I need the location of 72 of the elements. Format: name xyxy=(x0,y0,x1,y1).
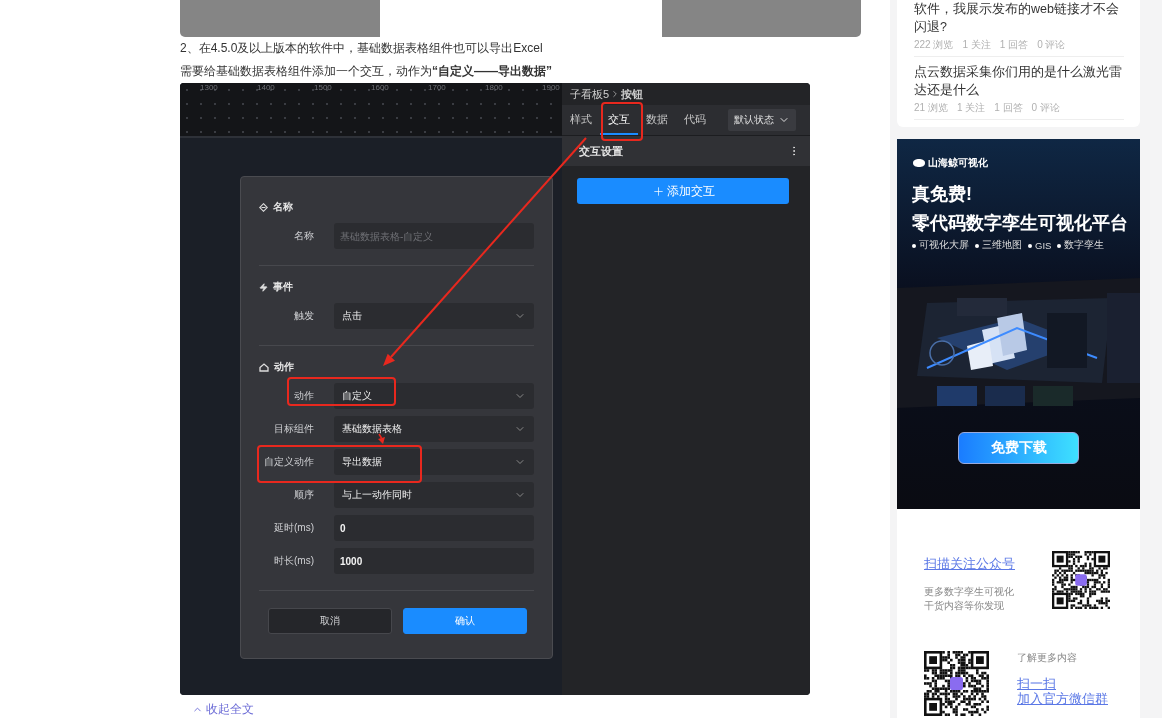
bullet-icon xyxy=(975,243,979,248)
tab[interactable]: 代码 xyxy=(676,105,714,135)
field-label: 时长(ms) xyxy=(273,554,314,568)
feature-label: 数字孪生 xyxy=(1064,239,1105,252)
follow-title[interactable]: 扫描关注公众号 xyxy=(924,555,1052,573)
breadcrumb-item[interactable]: 按钮 xyxy=(621,86,644,102)
ruler-label: 1400 xyxy=(257,83,276,93)
question-stat: 222 浏览 xyxy=(914,38,954,52)
section-title: 名称 xyxy=(273,200,293,214)
field-label: 触发 xyxy=(293,309,314,323)
field-label: 顺序 xyxy=(293,488,314,502)
logo-text: 山海鲸可视化 xyxy=(928,156,988,170)
article-paragraph: 2、在4.5.0及以上版本的软件中，基础数据表格组件也可以导出Excel xyxy=(180,40,544,57)
scan-link[interactable]: 扫一扫 xyxy=(1017,676,1108,691)
feature-label: GIS xyxy=(1035,240,1052,251)
description-line: 更多数字孪生可视化 xyxy=(924,585,1015,599)
question-stat: 0 评论 xyxy=(1031,101,1060,115)
tab[interactable]: 样式 xyxy=(562,105,600,135)
field-label: 动作 xyxy=(293,389,314,403)
question-stat: 1 回答 xyxy=(994,101,1023,115)
qr-code-drawing xyxy=(1052,551,1110,609)
annotation-box xyxy=(601,102,643,141)
ruler-label: 1800 xyxy=(485,83,504,93)
select-field[interactable]: 导出数据 xyxy=(334,449,534,475)
field-label: 名称 xyxy=(293,229,314,243)
question-stat: 21 浏览 xyxy=(914,101,948,115)
ad-banner[interactable]: 山海鲸可视化 真免费! 零代码数字孪生可视化平台 可视化大屏 三维地图 GIS 数字孪生 免费下载 xyxy=(897,139,1140,509)
feature-label: 可视化大屏 xyxy=(919,239,969,252)
ruler-label: 1300 xyxy=(200,83,219,93)
banner-subheadline: 零代码数字孪生可视化平台 xyxy=(911,212,1129,234)
ruler-label: 1700 xyxy=(428,83,447,93)
bullet-icon xyxy=(1028,243,1032,248)
section-title: 动作 xyxy=(274,360,294,374)
question-stat: 1 关注 xyxy=(962,38,991,52)
plus-icon xyxy=(651,184,665,198)
ruler-label: 1500 xyxy=(314,83,333,93)
field-label: 自定义动作 xyxy=(263,455,314,469)
question-title[interactable]: 软件，我展示发布的web链接才不会闪退? xyxy=(914,0,1124,36)
ruler-label: 1900 xyxy=(542,83,561,93)
description-line: 干货内容等你发现 xyxy=(924,599,1005,613)
field-label: 延时(ms) xyxy=(273,521,314,535)
bullet-icon xyxy=(912,243,916,248)
diamond-icon xyxy=(259,202,268,212)
field-label: 目标组件 xyxy=(273,422,314,436)
join-group-link[interactable]: 加入官方微信群 xyxy=(1017,691,1108,706)
section-title: 交互设置 xyxy=(579,143,623,159)
input-field[interactable]: 0 xyxy=(334,515,534,541)
lightning-icon xyxy=(259,282,268,292)
house-icon xyxy=(259,362,269,372)
breadcrumb-item[interactable]: 子看板5 xyxy=(570,86,610,102)
cancel-button[interactable]: 取消 xyxy=(268,608,392,634)
banner-headline: 真免费! xyxy=(911,183,973,205)
bullet-icon xyxy=(1057,243,1062,248)
hint-text: 了解更多内容 xyxy=(1017,651,1078,665)
collapse-link[interactable]: 收起全文 xyxy=(180,702,254,716)
select-field[interactable]: 点击 xyxy=(334,303,534,329)
article-paragraph: 需要给基础数据表格组件添加一个交互，动作为“自定义——导出数据” xyxy=(180,63,553,80)
feature-label: 三维地图 xyxy=(982,239,1022,252)
question-stat: 1 关注 xyxy=(956,101,986,115)
select-field[interactable]: 与上一动作同时 xyxy=(334,482,534,508)
tab[interactable]: 数据 xyxy=(638,105,676,135)
state-dropdown[interactable]: 默认状态 xyxy=(728,109,796,131)
input-field[interactable]: 1000 xyxy=(334,548,534,574)
select-field[interactable]: 基础数据表格 xyxy=(334,416,534,442)
section-title: 事件 xyxy=(273,280,293,294)
logo-icon xyxy=(912,158,926,168)
annotation-arrow xyxy=(378,433,385,444)
question-stat: 1 回答 xyxy=(999,38,1029,52)
select-field[interactable]: 自定义 xyxy=(334,383,534,409)
ruler-label: 1600 xyxy=(371,83,390,93)
question-title[interactable]: 点云数据采集你们用的是什么激光雷达还是什么 xyxy=(914,63,1124,99)
question-stat: 0 评论 xyxy=(1037,38,1066,52)
